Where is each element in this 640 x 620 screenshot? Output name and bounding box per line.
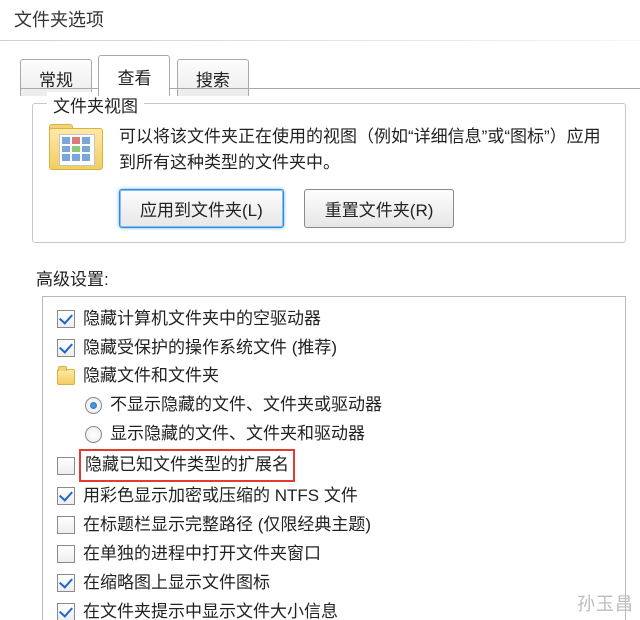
- checkbox-icon[interactable]: [57, 516, 75, 534]
- reset-folders-button[interactable]: 重置文件夹(R): [304, 189, 455, 228]
- checkbox-icon[interactable]: [57, 603, 75, 620]
- option-label: 在文件夹提示中显示文件大小信息: [83, 598, 338, 620]
- option-dont-show-hidden[interactable]: 不显示隐藏的文件、文件夹或驱动器: [43, 391, 625, 420]
- option-thumbnail-file-icons[interactable]: 在缩略图上显示文件图标: [43, 569, 625, 598]
- folder-view-icon: [47, 124, 105, 174]
- option-hide-protected-os-files[interactable]: 隐藏受保护的操作系统文件 (推荐): [43, 334, 625, 363]
- group-hidden-files: 隐藏文件和文件夹: [43, 362, 625, 391]
- client-area: 常规 查看 搜索 文件夹视图 可以将该文件夹正在使用的视图（例如“详细信息”或“…: [0, 55, 640, 620]
- advanced-settings-label: 高级设置:: [36, 265, 626, 290]
- checkbox-icon[interactable]: [57, 310, 75, 328]
- folder-icon: [57, 369, 75, 385]
- option-label: 显示隐藏的文件、文件夹和驱动器: [110, 420, 365, 449]
- checkbox-icon[interactable]: [57, 574, 75, 592]
- radio-icon[interactable]: [85, 426, 102, 443]
- radio-icon[interactable]: [85, 397, 102, 414]
- folder-view-group: 文件夹视图 可以将该文件夹正在使用的视图（例如“详细信息”或“图标”）应用到所有…: [32, 103, 626, 243]
- folder-view-description: 可以将该文件夹正在使用的视图（例如“详细信息”或“图标”）应用到所有这种类型的文…: [119, 124, 611, 177]
- checkbox-icon[interactable]: [57, 457, 75, 475]
- option-label: 用彩色显示加密或压缩的 NTFS 文件: [83, 482, 358, 511]
- option-hide-empty-drives[interactable]: 隐藏计算机文件夹中的空驱动器: [43, 305, 625, 334]
- checkbox-icon[interactable]: [57, 545, 75, 563]
- tab-view[interactable]: 查看: [98, 55, 170, 96]
- option-filesize-in-tips[interactable]: 在文件夹提示中显示文件大小信息: [43, 598, 625, 620]
- option-label: 不显示隐藏的文件、文件夹或驱动器: [110, 391, 382, 420]
- tab-search[interactable]: 搜索: [177, 59, 249, 96]
- option-label: 隐藏计算机文件夹中的空驱动器: [83, 305, 321, 334]
- option-label: 隐藏受保护的操作系统文件 (推荐): [83, 334, 337, 363]
- option-show-hidden[interactable]: 显示隐藏的文件、文件夹和驱动器: [43, 420, 625, 449]
- tab-row: 常规 查看 搜索: [20, 55, 626, 89]
- checkbox-icon[interactable]: [57, 487, 75, 505]
- window-title: 文件夹选项: [0, 0, 640, 40]
- title-separator: [0, 40, 640, 41]
- group-label: 隐藏文件和文件夹: [83, 362, 219, 391]
- option-hide-known-extensions[interactable]: 隐藏已知文件类型的扩展名: [43, 449, 625, 482]
- option-full-path-titlebar[interactable]: 在标题栏显示完整路径 (仅限经典主题): [43, 511, 625, 540]
- option-color-encrypted-ntfs[interactable]: 用彩色显示加密或压缩的 NTFS 文件: [43, 482, 625, 511]
- option-label: 在缩略图上显示文件图标: [83, 569, 270, 598]
- apply-to-folders-button[interactable]: 应用到文件夹(L): [119, 189, 284, 228]
- folder-options-window: 文件夹选项 常规 查看 搜索 文件夹视图 可以将该文件夹正在使用的视图（例如“详…: [0, 0, 640, 620]
- option-label: 在标题栏显示完整路径 (仅限经典主题): [83, 511, 371, 540]
- tab-general[interactable]: 常规: [20, 59, 92, 96]
- option-separate-process[interactable]: 在单独的进程中打开文件夹窗口: [43, 540, 625, 569]
- option-label: 隐藏已知文件类型的扩展名: [79, 449, 295, 482]
- option-label: 在单独的进程中打开文件夹窗口: [83, 540, 321, 569]
- watermark-text: 孙玉昌: [577, 590, 634, 616]
- advanced-settings-listbox[interactable]: 隐藏计算机文件夹中的空驱动器 隐藏受保护的操作系统文件 (推荐) 隐藏文件和文件…: [42, 296, 626, 620]
- checkbox-icon[interactable]: [57, 339, 75, 357]
